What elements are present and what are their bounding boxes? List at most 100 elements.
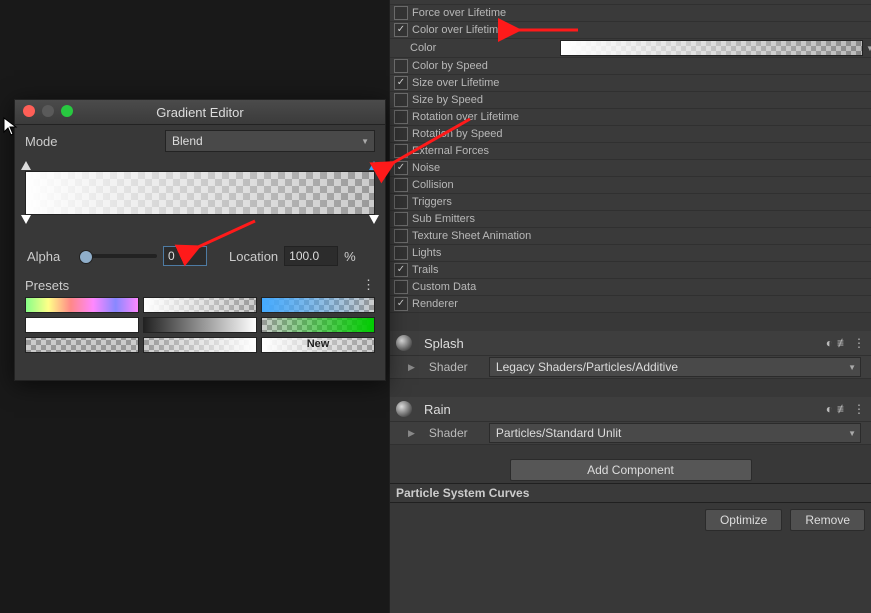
module-checkbox[interactable] (394, 195, 408, 209)
module-row[interactable]: Lights (390, 245, 871, 262)
module-row[interactable]: Rotation over Lifetime (390, 109, 871, 126)
module-row[interactable]: ✓Trails (390, 262, 871, 279)
module-row[interactable]: Force over Lifetime (390, 5, 871, 22)
menu-icon[interactable]: ⋮ (853, 336, 865, 350)
module-checkbox[interactable] (394, 212, 408, 226)
module-checkbox[interactable]: ✓ (394, 76, 408, 90)
chevron-down-icon[interactable]: ▼ (864, 41, 871, 55)
add-component-button[interactable]: Add Component (510, 459, 752, 481)
material-name[interactable]: Rain (424, 402, 826, 417)
preset-icon[interactable]: ≢ (837, 336, 849, 350)
color-property-row: Color▼ (390, 39, 871, 58)
module-row[interactable]: Color by Speed (390, 58, 871, 75)
preset-swatch[interactable] (143, 317, 257, 333)
color-stop[interactable] (21, 215, 31, 224)
maximize-icon[interactable] (61, 105, 73, 117)
module-checkbox[interactable] (394, 229, 408, 243)
alpha-label: Alpha (27, 249, 75, 264)
module-label: Size over Lifetime (412, 77, 499, 89)
module-row[interactable]: Sub Emitters (390, 211, 871, 228)
alpha-stop-selected[interactable] (369, 161, 379, 170)
preset-swatch[interactable] (261, 297, 375, 313)
module-label: Lights (412, 247, 441, 259)
module-checkbox[interactable] (394, 246, 408, 260)
chevron-down-icon: ▼ (361, 137, 369, 146)
module-row[interactable]: Texture Sheet Animation (390, 228, 871, 245)
shader-dropdown[interactable]: Legacy Shaders/Particles/Additive ▼ (489, 357, 861, 377)
material-name[interactable]: Splash (424, 336, 826, 351)
gradient-swatch[interactable]: ▼ (560, 40, 863, 56)
module-row[interactable]: ✓Noise (390, 160, 871, 177)
shader-label: Shader (429, 360, 489, 374)
window-title-bar[interactable]: Gradient Editor (15, 100, 385, 125)
alpha-slider[interactable] (81, 254, 157, 258)
mode-dropdown[interactable]: Blend ▼ (165, 130, 375, 152)
minimize-icon[interactable] (42, 105, 54, 117)
module-checkbox[interactable] (394, 6, 408, 20)
module-row[interactable]: External Forces (390, 143, 871, 160)
gradient-editor-window: Gradient Editor Mode Blend ▼ Alpha 0 Loc… (14, 99, 386, 381)
particle-curves-header[interactable]: Particle System Curves (390, 483, 871, 503)
module-checkbox[interactable]: ✓ (394, 161, 408, 175)
help-icon[interactable]: ◐ (826, 402, 833, 416)
module-checkbox[interactable]: ✓ (394, 23, 408, 37)
alpha-stops-track[interactable] (25, 161, 375, 171)
chevron-down-icon: ▼ (848, 429, 856, 438)
expand-icon[interactable]: ▶ (408, 428, 415, 439)
module-row[interactable]: Collision (390, 177, 871, 194)
gradient-strip[interactable] (25, 171, 375, 215)
preset-swatch[interactable] (143, 297, 257, 313)
shader-dropdown[interactable]: Particles/Standard Unlit ▼ (489, 423, 861, 443)
menu-icon[interactable]: ⋮ (853, 402, 865, 416)
module-label: Custom Data (412, 281, 476, 293)
optimize-button[interactable]: Optimize (705, 509, 782, 531)
module-checkbox[interactable]: ✓ (394, 263, 408, 277)
module-checkbox[interactable] (394, 93, 408, 107)
module-label: Rotation over Lifetime (412, 111, 519, 123)
module-checkbox[interactable] (394, 59, 408, 73)
color-label: Color (410, 42, 560, 54)
module-checkbox[interactable]: ✓ (394, 297, 408, 311)
material-thumb-icon (396, 401, 412, 417)
module-checkbox[interactable] (394, 280, 408, 294)
module-label: Collision (412, 179, 454, 191)
slider-knob[interactable] (79, 250, 93, 264)
location-unit: % (344, 249, 356, 264)
alpha-field[interactable]: 0 (163, 246, 207, 266)
presets-label: Presets (25, 278, 69, 293)
color-stops-track[interactable] (25, 215, 375, 225)
module-row[interactable]: ✓Color over Lifetime (390, 22, 871, 39)
color-stop[interactable] (369, 215, 379, 224)
module-row[interactable]: Size by Speed (390, 92, 871, 109)
module-checkbox[interactable] (394, 144, 408, 158)
window-title: Gradient Editor (156, 105, 243, 120)
preset-icon[interactable]: ≢ (837, 402, 849, 416)
module-row[interactable]: Custom Data (390, 279, 871, 296)
alpha-stop[interactable] (21, 161, 31, 170)
preset-new-button[interactable]: New (261, 337, 375, 353)
close-icon[interactable] (23, 105, 35, 117)
module-row[interactable]: Rotation by Speed (390, 126, 871, 143)
module-checkbox[interactable] (394, 127, 408, 141)
help-icon[interactable]: ◐ (826, 336, 833, 350)
module-row[interactable]: ✓ Size over Lifetime (390, 75, 871, 92)
module-checkbox[interactable] (394, 178, 408, 192)
expand-icon[interactable]: ▶ (408, 362, 415, 373)
module-label: Rotation by Speed (412, 128, 503, 140)
module-label: Texture Sheet Animation (412, 230, 531, 242)
module-row[interactable]: Triggers (390, 194, 871, 211)
module-checkbox[interactable] (394, 110, 408, 124)
module-row[interactable]: ✓Renderer (390, 296, 871, 313)
presets-menu-icon[interactable]: ⋮ (362, 277, 375, 293)
module-label: Triggers (412, 196, 452, 208)
location-field[interactable]: 100.0 (284, 246, 338, 266)
module-label: Force over Lifetime (412, 7, 506, 19)
preset-swatch[interactable] (25, 337, 139, 353)
location-label: Location (229, 249, 278, 264)
preset-swatch[interactable] (25, 317, 139, 333)
preset-swatch[interactable] (143, 337, 257, 353)
preset-swatch[interactable] (25, 297, 139, 313)
preset-swatch[interactable] (261, 317, 375, 333)
module-label: External Forces (412, 145, 489, 157)
remove-button[interactable]: Remove (790, 509, 865, 531)
